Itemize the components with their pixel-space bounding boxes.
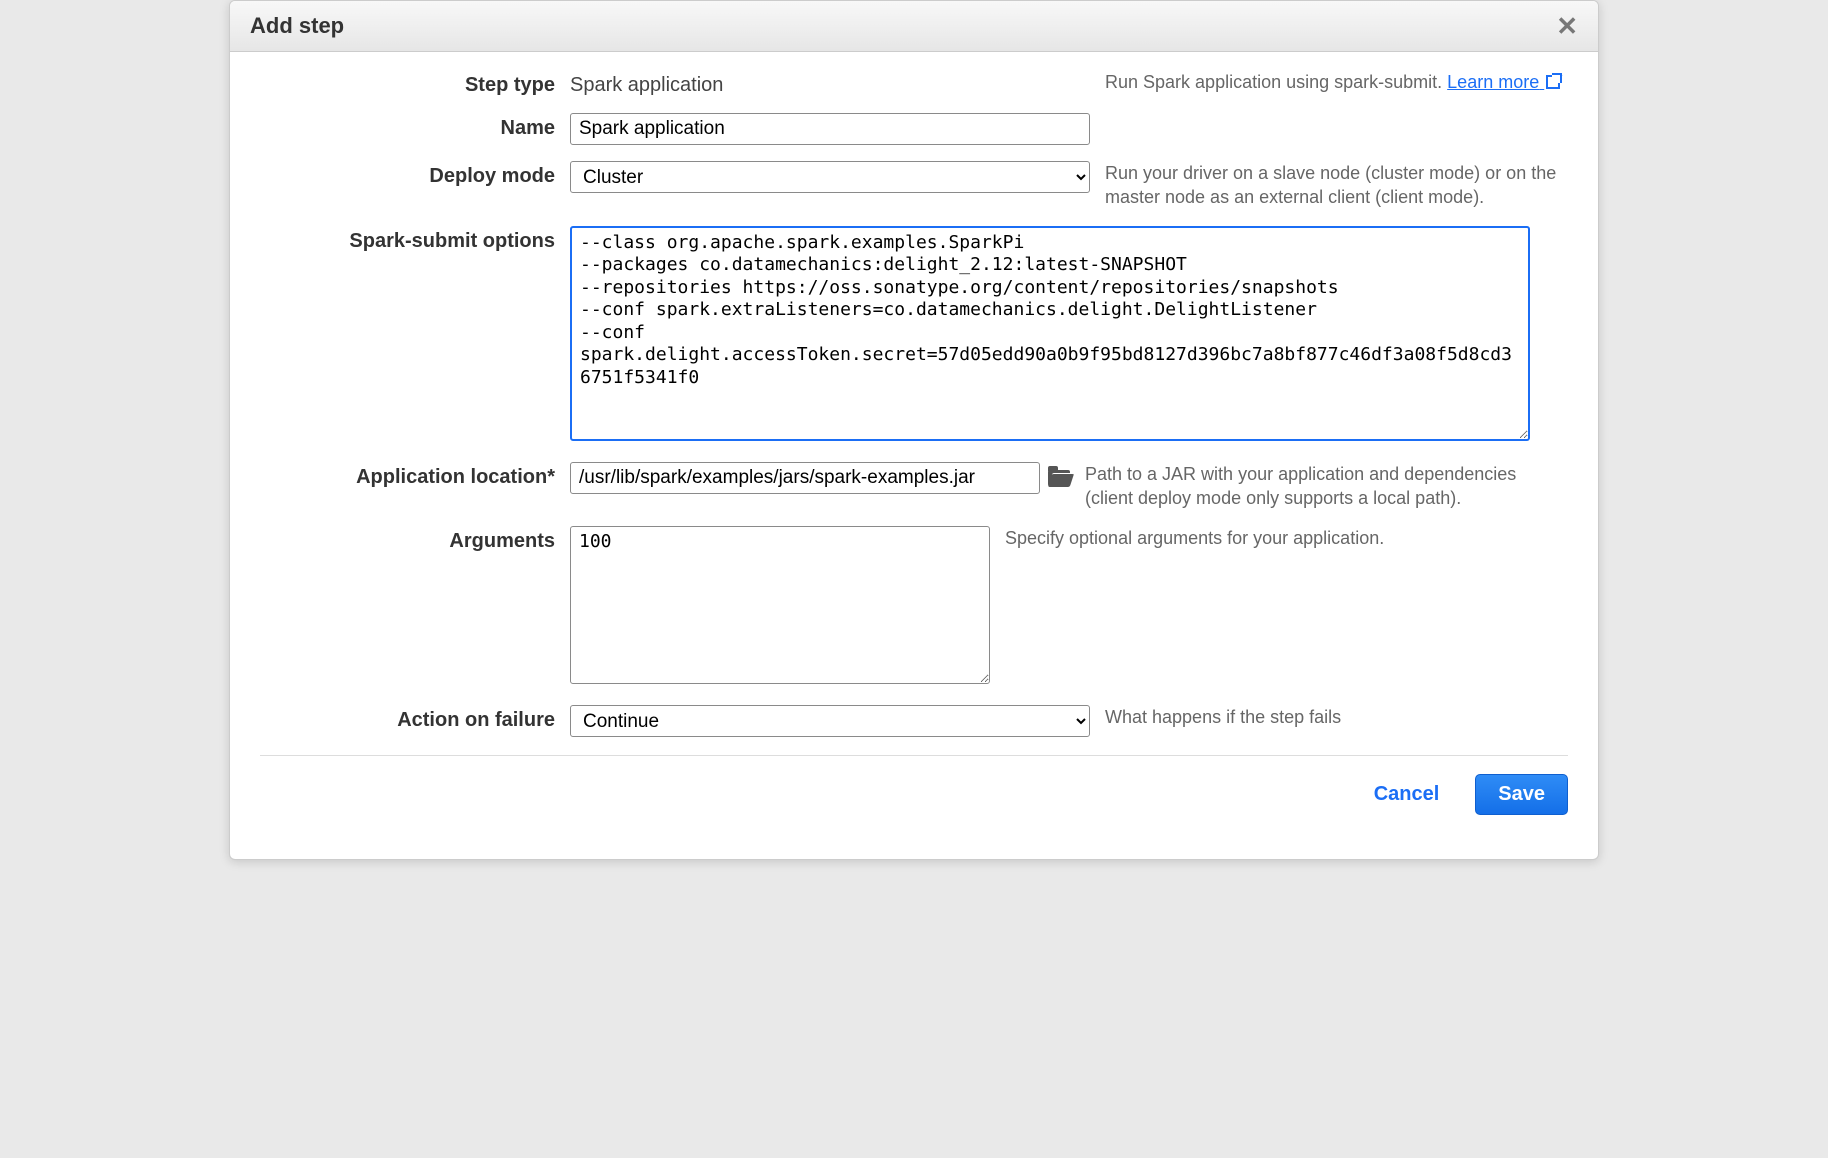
deploy-mode-select[interactable]: Cluster [570,161,1090,193]
row-spark-submit: Spark-submit options [260,218,1568,454]
step-type-value: Spark application [570,70,1090,97]
name-input[interactable] [570,113,1090,145]
arguments-textarea[interactable] [570,526,990,684]
modal-title: Add step [250,13,344,39]
desc-deploy-mode: Run your driver on a slave node (cluster… [1090,161,1568,210]
cancel-button[interactable]: Cancel [1374,783,1440,806]
folder-open-icon[interactable] [1048,470,1070,486]
action-on-failure-select[interactable]: Continue [570,705,1090,737]
input-cell-spark-submit [570,226,1530,446]
desc-step-type: Run Spark application using spark-submit… [1090,70,1568,94]
app-location-input[interactable] [570,462,1040,494]
label-name: Name [260,113,570,140]
desc-action-on-failure: What happens if the step fails [1090,705,1568,729]
row-arguments: Arguments Specify optional arguments for… [260,518,1568,697]
row-deploy-mode: Deploy mode Cluster Run your driver on a… [260,153,1568,218]
row-app-location: Application location* Path to a JAR with… [260,454,1568,519]
row-name: Name [260,105,1568,153]
label-arguments: Arguments [260,526,570,553]
desc-app-location: Path to a JAR with your application and … [1070,462,1568,511]
label-step-type: Step type [260,70,570,97]
desc-step-type-text: Run Spark application using spark-submit… [1105,72,1447,92]
label-deploy-mode: Deploy mode [260,161,570,188]
row-step-type: Step type Spark application Run Spark ap… [260,62,1568,105]
input-cell-app-location [570,462,1070,494]
label-app-location: Application location* [260,462,570,489]
modal-footer: Cancel Save [260,755,1568,839]
desc-arguments: Specify optional arguments for your appl… [990,526,1568,550]
modal-header: Add step ✕ [230,1,1598,52]
label-spark-submit: Spark-submit options [260,226,570,253]
close-icon[interactable]: ✕ [1556,13,1578,39]
row-action-on-failure: Action on failure Continue What happens … [260,697,1568,745]
external-link-icon [1546,75,1560,89]
input-cell-arguments [570,526,990,689]
input-cell-action: Continue [570,705,1090,737]
learn-more-link[interactable]: Learn more [1447,72,1560,92]
input-cell-name [570,113,1090,145]
add-step-modal: Add step ✕ Step type Spark application R… [229,0,1599,860]
value-cell-step-type: Spark application [570,70,1090,97]
input-cell-deploy: Cluster [570,161,1090,193]
spark-submit-textarea[interactable] [570,226,1530,441]
modal-body: Step type Spark application Run Spark ap… [230,52,1598,859]
save-button[interactable]: Save [1475,774,1568,815]
learn-more-text: Learn more [1447,72,1539,92]
label-action-on-failure: Action on failure [260,705,570,732]
